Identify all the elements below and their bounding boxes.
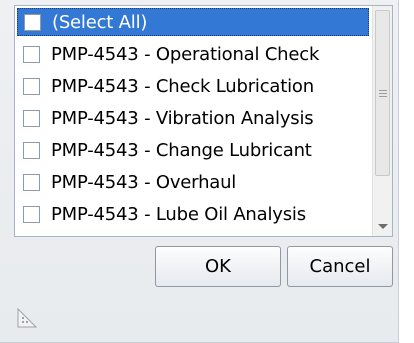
ok-button[interactable]: OK bbox=[155, 246, 281, 287]
list-item[interactable]: PMP-4543 - Check Lubrication bbox=[17, 72, 369, 100]
scrollbar-thumb[interactable] bbox=[375, 10, 390, 176]
list-item[interactable]: PMP-4543 - Overhaul bbox=[17, 168, 369, 196]
list-item[interactable]: PMP-4543 - Change Lubricant bbox=[17, 136, 369, 164]
filter-checkbox-list[interactable]: (Select All) PMP-4543 - Operational Chec… bbox=[14, 5, 393, 237]
checkbox[interactable] bbox=[23, 77, 40, 95]
list-item-label: PMP-4543 - Lube Oil Analysis bbox=[51, 203, 306, 225]
grip-icon bbox=[378, 89, 387, 97]
checkbox[interactable] bbox=[23, 173, 40, 191]
cancel-button[interactable]: Cancel bbox=[287, 246, 393, 287]
checkbox[interactable] bbox=[23, 141, 40, 159]
list-item-label: (Select All) bbox=[52, 11, 148, 33]
checkbox[interactable] bbox=[24, 13, 41, 31]
list-item-label: PMP-4543 - Vibration Analysis bbox=[51, 107, 314, 129]
checkbox[interactable] bbox=[23, 45, 40, 63]
list-item[interactable]: PMP-4543 - Operational Check bbox=[17, 40, 369, 68]
list-item-label: PMP-4543 - Change Lubricant bbox=[51, 139, 312, 161]
list-item[interactable]: PMP-4543 - Vibration Analysis bbox=[17, 104, 369, 132]
resize-grip-icon[interactable] bbox=[16, 307, 38, 329]
vertical-scrollbar[interactable] bbox=[372, 6, 392, 236]
list-item-label: PMP-4543 - Overhaul bbox=[51, 171, 237, 193]
list-item-select-all[interactable]: (Select All) bbox=[17, 8, 369, 36]
list-item[interactable]: PMP-4543 - Lube Oil Analysis bbox=[17, 200, 369, 228]
chevron-down-icon[interactable] bbox=[373, 216, 392, 236]
checkbox[interactable] bbox=[23, 109, 40, 127]
filter-dropdown-panel: (Select All) PMP-4543 - Operational Chec… bbox=[0, 0, 399, 343]
list-item-label: PMP-4543 - Operational Check bbox=[51, 43, 320, 65]
checkbox[interactable] bbox=[23, 205, 40, 223]
list-item-label: PMP-4543 - Check Lubrication bbox=[51, 75, 314, 97]
